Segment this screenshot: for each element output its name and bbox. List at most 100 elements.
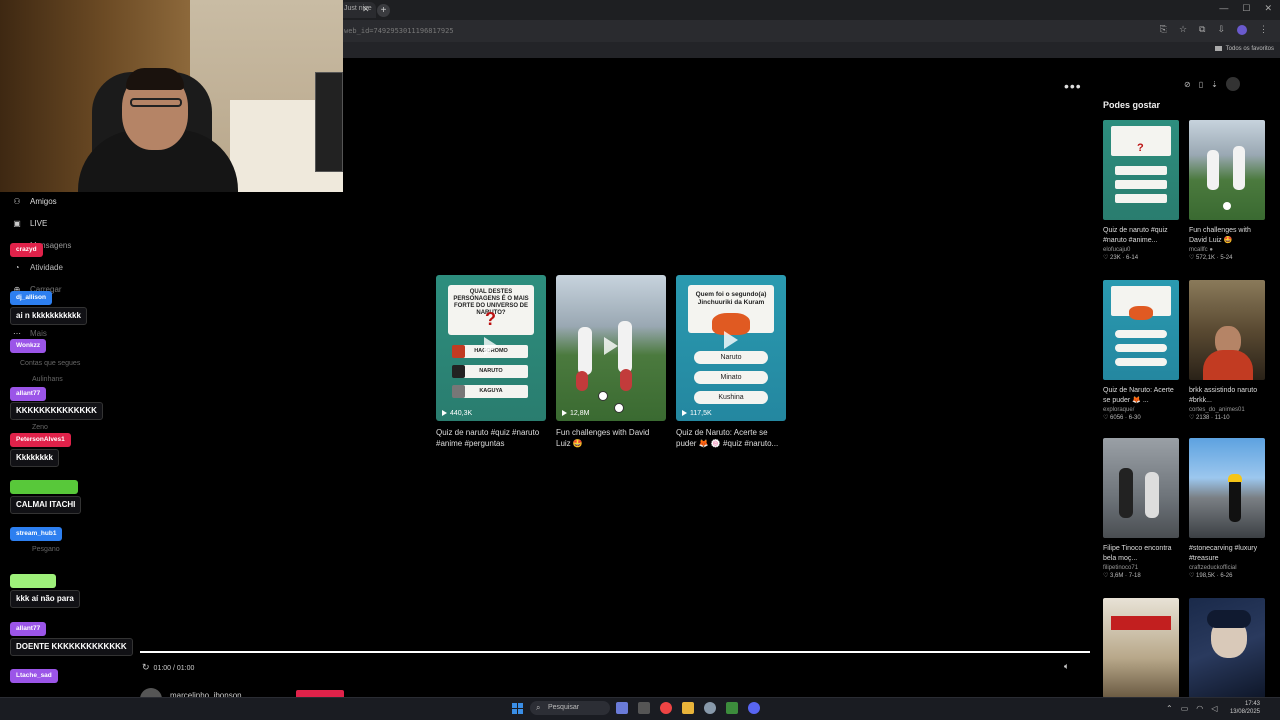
suggested-video[interactable] — [1189, 598, 1265, 698]
video-title[interactable]: Quiz de naruto #quiz #naruto #anime #per… — [436, 427, 546, 449]
suggested-video[interactable]: Fun challenges with David Luiz 🤩 mcallfc… — [1189, 120, 1265, 261]
discord-icon[interactable] — [748, 702, 760, 714]
speaker-icon[interactable]: 🔈︎ — [1064, 661, 1069, 672]
block-icon[interactable]: ⊘ — [1184, 80, 1191, 89]
suggested-title[interactable]: brkk assistindo naruto #brkk... — [1189, 386, 1265, 406]
star-icon[interactable]: ☆ — [1179, 24, 1187, 35]
video-thumbnail[interactable]: ? — [1103, 120, 1179, 220]
wifi-icon[interactable]: ◠ — [1196, 704, 1203, 713]
menu-icon[interactable]: ⋮ — [1259, 24, 1268, 35]
video-thumbnail[interactable] — [1189, 280, 1265, 380]
followed-account: Pesgano — [32, 546, 60, 553]
all-bookmarks[interactable]: Todos os favoritos — [1214, 46, 1274, 52]
video-card[interactable]: Quem foi o segundo(a) Jinchuuriki da Kur… — [676, 275, 786, 449]
video-card[interactable]: 12,8M Fun challenges with David Luiz 🤩 — [556, 275, 666, 449]
suggested-author[interactable]: mcallfc ● — [1189, 247, 1265, 253]
chat-username: Wonkzz — [10, 339, 47, 353]
quiz-option: KAGUYA — [452, 385, 528, 398]
new-tab-button[interactable]: + — [377, 4, 390, 17]
network-icon[interactable]: ▭ — [1181, 704, 1189, 713]
chat-message: Kkkkkkkk — [10, 449, 59, 467]
nav-item-more[interactable]: ⋯ Mais — [12, 329, 47, 338]
video-card[interactable]: QUAL DESTES PERSONAGENS É O MAIS FORTE D… — [436, 275, 546, 449]
url-text[interactable]: web_id=7492953011196817925 — [344, 27, 454, 35]
stream-chat-overlay: ⚇Amigos ▣LIVE ✉Mensagens ◔Atividade ⊕Car… — [0, 192, 140, 720]
webcam-overlay — [0, 0, 343, 192]
video-thumbnail[interactable]: QUAL DESTES PERSONAGENS É O MAIS FORTE D… — [436, 275, 546, 421]
chat-username: stream_hub1 — [10, 527, 63, 541]
chat-username: allant77 — [10, 387, 47, 401]
video-thumbnail[interactable] — [1103, 438, 1179, 538]
suggested-author[interactable]: elofucaju0 — [1103, 247, 1179, 253]
play-icon — [724, 331, 738, 349]
video-thumbnail[interactable] — [1189, 598, 1265, 698]
install-icon[interactable]: ⎘ — [1160, 24, 1167, 35]
taskbar-apps — [616, 702, 760, 714]
close-icon[interactable]: ✕ — [1264, 3, 1272, 14]
suggested-author[interactable]: cortes_do_animes01 — [1189, 407, 1265, 413]
tab-close-icon[interactable]: ✕ — [362, 4, 370, 15]
maximize-icon[interactable]: ☐ — [1242, 3, 1250, 14]
nav-item-friends[interactable]: ⚇ Amigos — [12, 197, 56, 206]
task-view-icon[interactable] — [638, 702, 650, 714]
video-thumbnail[interactable]: Quem foi o segundo(a) Jinchuuriki da Kur… — [676, 275, 786, 421]
video-thumbnail[interactable] — [1103, 598, 1179, 698]
suggested-video[interactable] — [1103, 598, 1179, 698]
settings-icon[interactable] — [704, 702, 716, 714]
live-icon: ▣ — [13, 219, 21, 228]
volume-icon[interactable]: ◁ — [1211, 704, 1217, 713]
suggested-author[interactable]: exploraque/ — [1103, 407, 1179, 413]
suggested-video[interactable]: ? Quiz de naruto #quiz #naruto #anime...… — [1103, 120, 1179, 261]
system-tray: ⌃ ▭ ◠ ◁ — [1166, 704, 1217, 713]
clock-time: 17:43 — [1244, 701, 1260, 707]
video-thumbnail[interactable] — [1189, 120, 1265, 220]
video-thumbnail[interactable]: 12,8M — [556, 275, 666, 421]
chat-username: dj_allison — [10, 291, 52, 305]
suggested-title[interactable]: Filipe Tinoco encontra bela moç... — [1103, 544, 1179, 564]
search-icon: ⌕ — [536, 703, 541, 712]
video-thumbnail[interactable] — [1189, 438, 1265, 538]
profile-avatar[interactable] — [1237, 24, 1247, 35]
suggested-video[interactable]: brkk assistindo naruto #brkk... cortes_d… — [1189, 280, 1265, 421]
replay-icon[interactable]: ↻ — [142, 662, 150, 672]
download-icon[interactable]: ⇣ — [1211, 80, 1218, 89]
suggested-video[interactable]: Quiz de Naruto: Acerte se puder 🦊 ... ex… — [1103, 280, 1179, 421]
chat-username: allant77 — [10, 622, 47, 636]
suggested-author[interactable]: craftzeduckofficial — [1189, 565, 1265, 571]
view-count: 440,3K — [442, 410, 472, 417]
screen: Just nice ✕ + — ☐ ✕ web_id=7492953011196… — [0, 0, 1280, 720]
suggested-stats: ♡ 198,5K · 6-26 — [1189, 573, 1233, 579]
downloads-icon[interactable]: ⇩ — [1217, 24, 1225, 35]
quiz-option: Naruto — [694, 351, 768, 364]
suggested-title[interactable]: Fun challenges with David Luiz 🤩 — [1189, 226, 1265, 246]
suggested-video[interactable]: Filipe Tinoco encontra bela moç... filip… — [1103, 438, 1179, 579]
suggested-video[interactable]: #stonecarving #luxury #treasure craftzed… — [1189, 438, 1265, 579]
chevron-up-icon[interactable]: ⌃ — [1166, 704, 1173, 713]
xbox-icon[interactable] — [726, 702, 738, 714]
windows-start-icon[interactable] — [512, 703, 523, 714]
progress-bar[interactable] — [140, 651, 1090, 653]
nav-item-live[interactable]: ▣ LIVE — [12, 219, 47, 228]
recommendation-cards: QUAL DESTES PERSONAGENS É O MAIS FORTE D… — [436, 275, 786, 449]
suggested-title[interactable]: Quiz de naruto #quiz #naruto #anime... — [1103, 226, 1179, 246]
minimize-icon[interactable]: — — [1219, 3, 1228, 14]
avatar[interactable] — [1225, 77, 1240, 91]
extensions-icon[interactable]: ⧉ — [1199, 24, 1205, 35]
more-options-button[interactable]: ••• — [1064, 78, 1082, 94]
suggested-author[interactable]: filipetinoco71 — [1103, 565, 1179, 571]
video-title[interactable]: Fun challenges with David Luiz 🤩 — [556, 427, 666, 449]
nav-item-activity[interactable]: ◔ Atividade — [12, 263, 63, 272]
widgets-icon[interactable] — [616, 702, 628, 714]
device-icon[interactable]: ▯ — [1199, 80, 1203, 89]
taskbar-search[interactable]: ⌕ Pesquisar — [530, 701, 610, 715]
video-title[interactable]: Quiz de Naruto: Acerte se puder 🦊 🍥 #qui… — [676, 427, 786, 449]
file-explorer-icon[interactable] — [682, 702, 694, 714]
system-clock[interactable]: 17:43 13/08/2025 — [1226, 700, 1260, 716]
video-thumbnail[interactable] — [1103, 280, 1179, 380]
following-label: Contas que segues — [20, 360, 81, 367]
suggested-title[interactable]: #stonecarving #luxury #treasure — [1189, 544, 1265, 564]
view-count: 12,8M — [562, 410, 589, 417]
chrome-icon[interactable] — [660, 702, 672, 714]
chat-username: PetersonAlves1 — [10, 433, 71, 447]
suggested-title[interactable]: Quiz de Naruto: Acerte se puder 🦊 ... — [1103, 386, 1179, 406]
